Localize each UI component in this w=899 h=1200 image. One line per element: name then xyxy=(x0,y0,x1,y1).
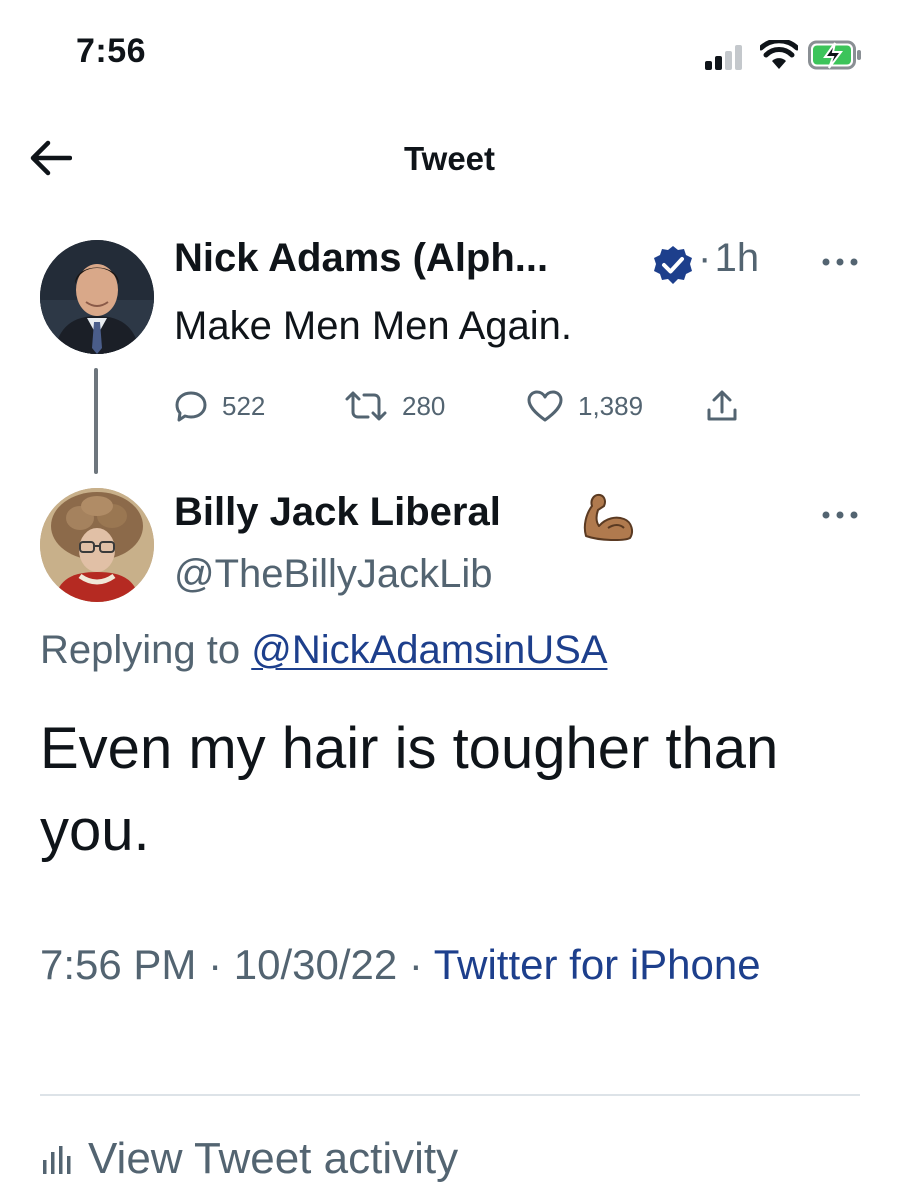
view-tweet-activity-button[interactable]: View Tweet activity xyxy=(40,1134,458,1184)
replying-to-label: Replying to xyxy=(40,628,252,672)
reply-count: 522 xyxy=(222,390,266,421)
like-button[interactable]: 1,389 xyxy=(526,386,643,426)
avatar-nick-adams[interactable] xyxy=(40,240,154,354)
tweet-meta: 7:56 PM · 10/30/22 · Twitter for iPhone xyxy=(40,934,840,996)
more-options-icon[interactable] xyxy=(818,505,862,525)
share-button[interactable] xyxy=(704,386,754,426)
flexed-biceps-emoji-icon xyxy=(583,493,633,542)
more-options-icon[interactable] xyxy=(818,252,862,272)
tweet-timestamp: 7:56 PM · 10/30/22 · xyxy=(40,941,434,988)
author-name[interactable]: Billy Jack Liberal xyxy=(174,490,501,535)
divider xyxy=(40,1094,860,1096)
retweet-count: 280 xyxy=(402,390,446,421)
battery-charging-icon xyxy=(808,40,861,70)
tweet-text: Even my hair is tougher than you. xyxy=(40,716,779,863)
like-count: 1,389 xyxy=(578,390,644,421)
reply-icon xyxy=(175,391,207,422)
thread-connector-line xyxy=(94,368,98,474)
retweet-icon xyxy=(345,391,387,421)
tweet-text: Make Men Men Again. xyxy=(174,304,572,348)
avatar-billy-jack-liberal[interactable] xyxy=(40,488,154,602)
author-handle[interactable]: @TheBillyJackLib xyxy=(174,552,493,597)
heart-icon xyxy=(527,390,563,422)
signal-icon xyxy=(705,44,747,70)
author-name[interactable]: Nick Adams (Alph... xyxy=(174,236,548,281)
mention-link[interactable]: @NickAdamsinUSA xyxy=(251,628,607,672)
wifi-icon xyxy=(760,40,798,69)
share-icon xyxy=(707,390,737,421)
analytics-icon xyxy=(43,1146,71,1174)
replying-to-line: Replying to @NickAdamsinUSA xyxy=(40,628,607,673)
page-title: Tweet xyxy=(403,140,496,177)
verified-badge-icon xyxy=(654,246,692,284)
view-tweet-activity-label: View Tweet activity xyxy=(88,1134,459,1183)
tweet-source-link[interactable]: Twitter for iPhone xyxy=(434,941,761,988)
retweet-button[interactable]: 280 xyxy=(344,386,445,426)
status-time: 7:56 xyxy=(76,32,147,70)
reply-button[interactable]: 522 xyxy=(174,386,265,426)
tweet-time-ago: · 1h xyxy=(698,236,760,280)
